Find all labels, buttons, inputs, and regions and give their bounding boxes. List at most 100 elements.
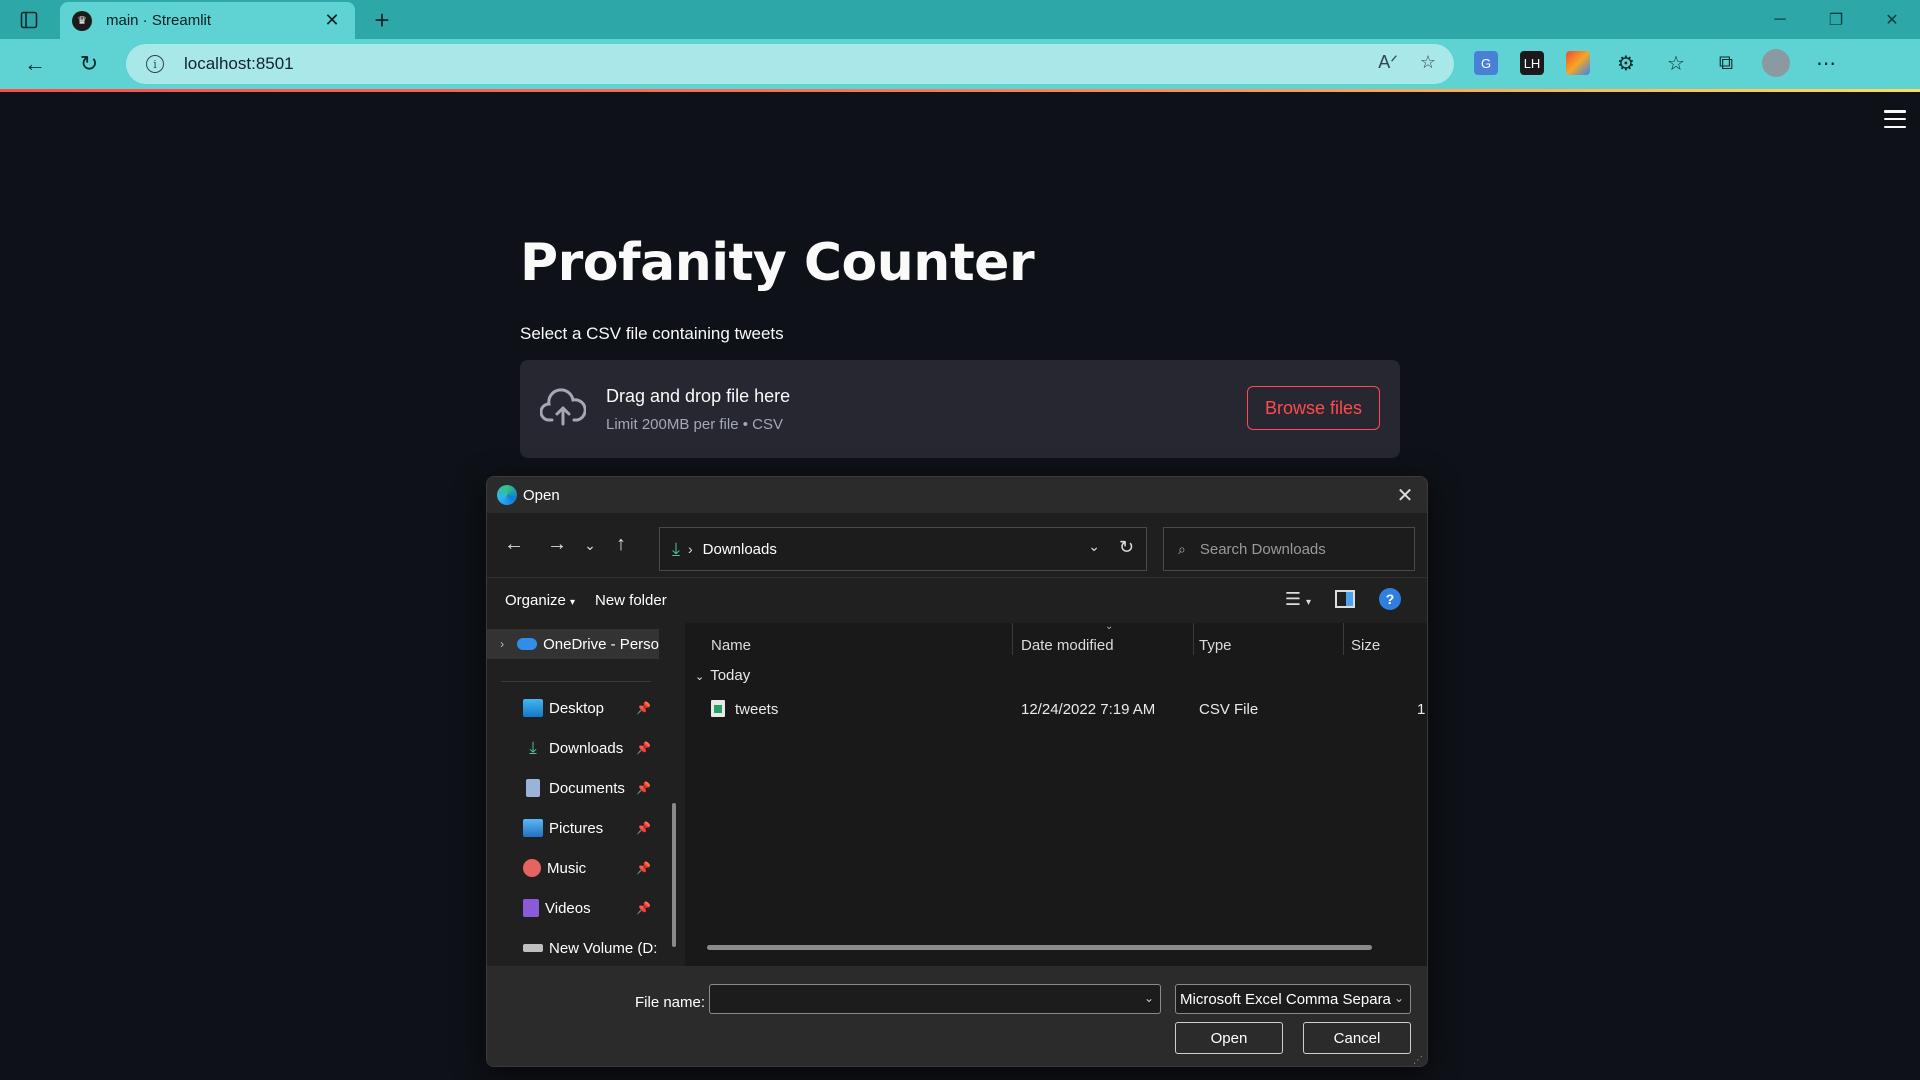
back-icon[interactable]: ← [20,49,50,79]
column-separator[interactable] [1012,623,1013,655]
add-favorite-icon[interactable]: ☆ [1420,52,1436,73]
videos-icon [523,899,539,917]
collections-icon[interactable]: ⧉ [1712,49,1740,77]
pin-icon: 📌 [636,861,651,875]
new-tab-icon[interactable]: + [368,5,396,36]
read-aloud-icon[interactable]: Aᐟ [1378,52,1398,73]
nav-item-label: Downloads [549,739,624,757]
expand-chevron-icon[interactable]: › [487,637,517,651]
open-button[interactable]: Open [1175,1022,1283,1054]
file-name[interactable]: tweets [735,701,778,718]
dialog-close-icon[interactable]: ✕ [1393,483,1417,508]
translate-extension-icon[interactable]: G [1474,51,1498,75]
group-collapse-icon[interactable]: ⌄ [695,671,704,683]
nav-item-label: New Volume (D: [549,939,658,957]
tab-close-icon[interactable]: ✕ [321,10,343,31]
pin-icon: 📌 [636,781,651,795]
refresh-icon[interactable]: ↻ [74,49,104,79]
browse-files-button[interactable]: Browse files [1247,386,1380,430]
dialog-title: Open [523,486,560,504]
up-folder-icon[interactable]: ↑ [608,533,634,556]
csv-file-icon [711,700,725,717]
streamlit-favicon-icon: ♛ [72,10,92,31]
column-header-name[interactable]: Name [711,637,751,654]
browser-tab[interactable]: ♛ main · Streamlit ✕ [60,2,355,39]
file-type-dropdown-icon[interactable]: ⌄ [1394,991,1404,1005]
file-date: 12/24/2022 7:19 AM [1021,701,1156,718]
change-view-icon[interactable]: ☰ ▾ [1285,589,1311,610]
extensions-puzzle-icon[interactable]: ⚙ [1612,49,1640,77]
color-extension-icon[interactable] [1566,51,1590,75]
dialog-command-bar: Organize ▾ New folder ☰ ▾ ? [487,577,1427,623]
documents-icon [526,779,540,797]
dialog-back-icon[interactable]: ← [501,533,527,556]
column-header-type[interactable]: Type [1199,637,1232,654]
restore-icon[interactable]: ❐ [1808,0,1864,39]
more-menu-icon[interactable]: ⋯ [1812,49,1840,77]
path-refresh-icon[interactable]: ↻ [1119,537,1134,558]
hamburger-menu-icon[interactable] [1884,110,1906,128]
organize-button[interactable]: Organize ▾ [505,592,575,609]
path-text[interactable]: Downloads [703,541,777,558]
organize-label: Organize [505,592,566,609]
cancel-button[interactable]: Cancel [1303,1022,1411,1054]
dialog-forward-icon[interactable]: → [544,533,570,556]
nav-item-label: Documents [549,779,625,797]
sort-indicator-icon: ⌄ [1105,621,1114,632]
column-header-size[interactable]: Size [1351,637,1380,654]
file-type: CSV File [1199,701,1259,718]
file-size: 1 [1417,701,1426,718]
group-label: Today [710,667,751,684]
nav-pane-scrollbar[interactable] [672,803,676,947]
file-name-input[interactable]: ⌄ [709,984,1161,1014]
recent-locations-icon[interactable]: ⌄ [577,537,603,554]
nav-item-downloads[interactable]: ⤓ Downloads 📌 [487,733,659,763]
dialog-bottom-bar: File name: ⌄ Microsoft Excel Comma Separ… [487,966,1427,1066]
tab-title: main · Streamlit [106,12,212,29]
nav-item-onedrive[interactable]: › OneDrive - Perso [487,629,659,659]
favorites-icon[interactable]: ☆ [1662,49,1690,77]
nav-item-label: Desktop [549,699,605,717]
nav-item-videos[interactable]: Videos 📌 [487,893,659,923]
new-folder-button[interactable]: New folder [595,592,667,609]
address-path-box[interactable]: ⤓ › Downloads ⌄ ↻ [659,527,1147,571]
file-name-dropdown-icon[interactable]: ⌄ [1144,991,1154,1005]
column-separator[interactable] [1193,623,1194,655]
organize-dropdown-icon: ▾ [570,597,576,608]
nav-item-label: Pictures [549,819,604,837]
window-close-icon[interactable]: ✕ [1864,0,1920,39]
nav-item-pictures[interactable]: Pictures 📌 [487,813,659,843]
dialog-search-input[interactable]: ⌕ Search Downloads [1163,527,1415,571]
column-header-date-modified[interactable]: Date modified [1021,637,1114,654]
desktop-icon [523,699,543,717]
preview-pane-icon[interactable] [1335,590,1355,608]
open-file-dialog: Open ✕ ← → ⌄ ↑ ⤓ › Downloads ⌄ ↻ ⌕ Searc… [486,476,1428,1067]
drive-icon [523,944,543,952]
streamlit-decoration-bar [0,89,1920,92]
dialog-navigation-bar: ← → ⌄ ↑ ⤓ › Downloads ⌄ ↻ ⌕ Search Downl… [487,513,1427,577]
file-pane-horizontal-scrollbar[interactable] [707,945,1372,950]
group-header-today[interactable]: ⌄ Today [695,667,750,684]
file-type-select[interactable]: Microsoft Excel Comma Separa ⌄ [1175,984,1411,1014]
path-dropdown-icon[interactable]: ⌄ [1088,538,1100,555]
address-bar[interactable]: i localhost:8501 Aᐟ ☆ [126,44,1454,84]
profile-avatar[interactable] [1762,49,1790,77]
column-separator[interactable] [1343,623,1344,655]
downloads-icon: ⤓ [529,738,537,757]
nav-item-desktop[interactable]: Desktop 📌 [487,693,659,723]
file-row[interactable]: tweets 12/24/2022 7:19 AM CSV File 1 [685,693,1427,723]
pin-icon: 📌 [636,741,651,755]
lh-extension-icon[interactable]: LH [1520,51,1544,75]
site-info-icon[interactable]: i [146,55,164,73]
tab-actions-icon[interactable] [14,8,44,32]
help-icon[interactable]: ? [1379,588,1401,610]
dropzone-title: Drag and drop file here [606,386,791,406]
file-uploader-dropzone[interactable]: Drag and drop file here Limit 200MB per … [520,360,1400,458]
nav-item-music[interactable]: Music 📌 [487,853,659,883]
resize-grip-icon[interactable]: ⋰ [1413,1055,1423,1066]
file-list-pane: Name Date modified ⌄ Type Size ⌄ Today tw… [685,621,1427,966]
nav-item-documents[interactable]: Documents 📌 [487,773,659,803]
url-text[interactable]: localhost:8501 [184,54,294,74]
minimize-icon[interactable]: ─ [1752,0,1808,39]
nav-item-new-volume[interactable]: New Volume (D: [487,933,659,963]
